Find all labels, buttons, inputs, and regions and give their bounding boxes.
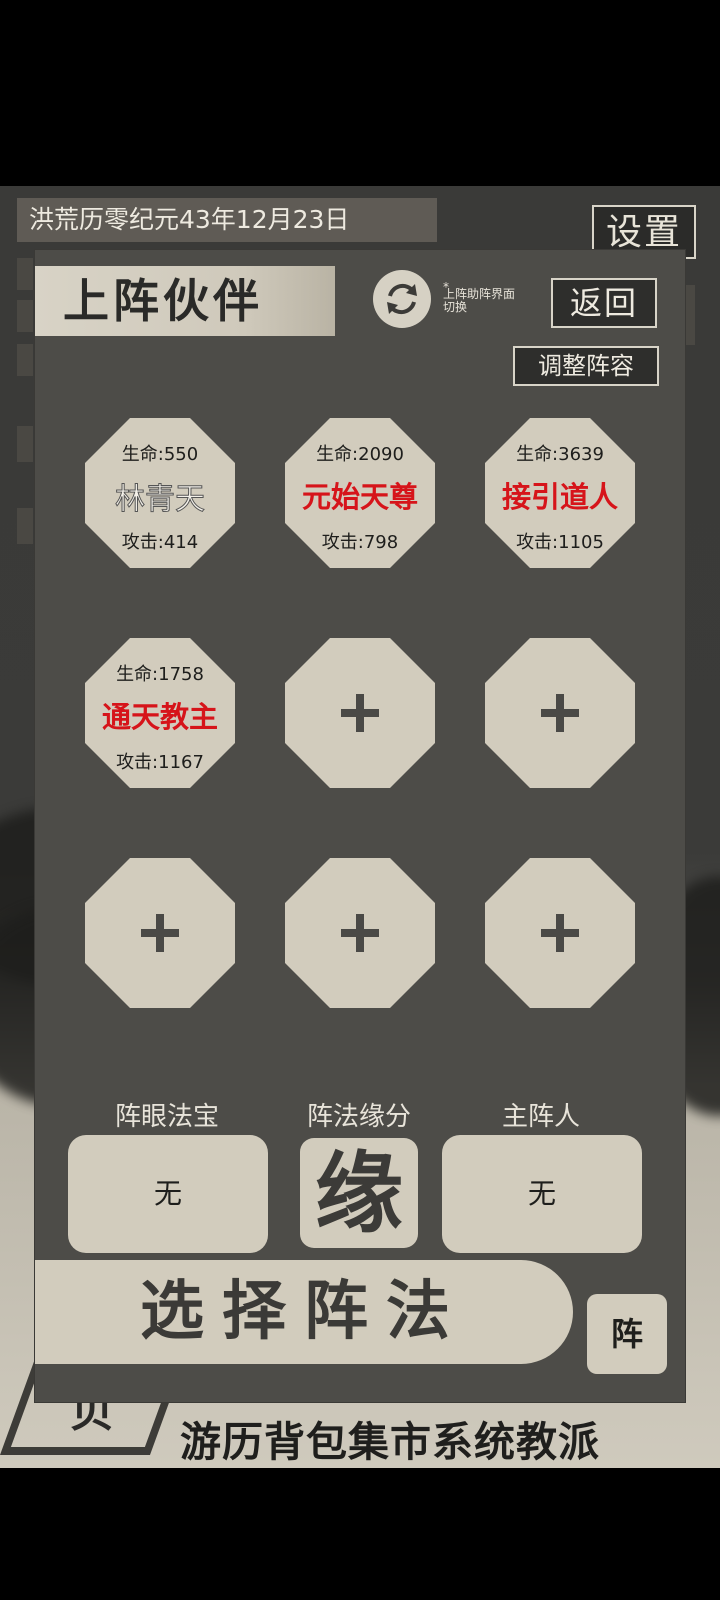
background-row <box>17 426 33 462</box>
plus-icon <box>85 858 235 1008</box>
partner-attack: 攻击:798 <box>321 532 399 553</box>
partner-name: 接引道人 <box>501 480 618 514</box>
date-display: 洪荒历零纪元43年12月23日 <box>17 198 437 242</box>
plus-icon <box>485 858 635 1008</box>
background-row <box>685 285 695 345</box>
plus-icon <box>485 638 635 788</box>
partner-hp: 生命:550 <box>121 444 199 465</box>
panel-title: 上阵伙伴 <box>35 266 335 336</box>
bottom-navigation[interactable]: 游历背包集市系统教派 <box>180 1408 720 1466</box>
partner-hp: 生命:1758 <box>116 664 204 685</box>
plus-icon <box>285 638 435 788</box>
partner-slot-1[interactable]: 生命:550 林青天 攻击:414 <box>85 418 235 568</box>
partner-slot-2[interactable]: 生命:2090 元始天尊 攻击:798 <box>285 418 435 568</box>
partner-name: 通天教主 <box>101 700 218 734</box>
background-row <box>17 344 33 376</box>
background-row <box>17 258 33 290</box>
formation-button[interactable]: 阵 <box>587 1294 667 1374</box>
empty-slot[interactable] <box>285 858 435 1008</box>
back-button[interactable]: 返回 <box>551 278 657 328</box>
partner-attack: 攻击:1105 <box>516 532 604 553</box>
partner-attack: 攻击:1167 <box>116 752 204 773</box>
refresh-icon <box>387 283 417 315</box>
partner-slot-3[interactable]: 生命:3639 接引道人 攻击:1105 <box>485 418 635 568</box>
treasure-box[interactable]: 无 <box>68 1135 268 1253</box>
partner-name: 林青天 <box>115 482 206 518</box>
partner-hp: 生命:2090 <box>316 444 404 465</box>
partner-hp: 生命:3639 <box>516 444 604 465</box>
partner-attack: 攻击:414 <box>121 532 199 553</box>
empty-slot[interactable] <box>485 638 635 788</box>
leader-label: 主阵人 <box>501 1102 580 1132</box>
empty-slot[interactable] <box>85 858 235 1008</box>
fate-label: 阵法缘分 <box>306 1102 411 1132</box>
select-formation-button[interactable]: 选择阵法 <box>35 1260 573 1364</box>
background-row <box>17 508 33 544</box>
fate-button[interactable]: 缘 <box>300 1138 418 1248</box>
treasure-label: 阵眼法宝 <box>114 1102 219 1132</box>
adjust-lineup-button[interactable]: 调整阵容 <box>513 346 659 386</box>
switch-button[interactable] <box>373 270 431 328</box>
partner-slot-4[interactable]: 生命:1758 通天教主 攻击:1167 <box>85 638 235 788</box>
formation-panel: 上阵伙伴 * 上阵助阵界面切换 返回 调整阵容 生命:550 林青天 攻击:41… <box>35 250 685 1402</box>
partner-name: 元始天尊 <box>301 480 418 514</box>
leader-box[interactable]: 无 <box>442 1135 642 1253</box>
switch-note: 上阵助阵界面切换 <box>443 287 516 314</box>
empty-slot[interactable] <box>285 638 435 788</box>
empty-slot[interactable] <box>485 858 635 1008</box>
plus-icon <box>285 858 435 1008</box>
background-row <box>17 300 33 332</box>
